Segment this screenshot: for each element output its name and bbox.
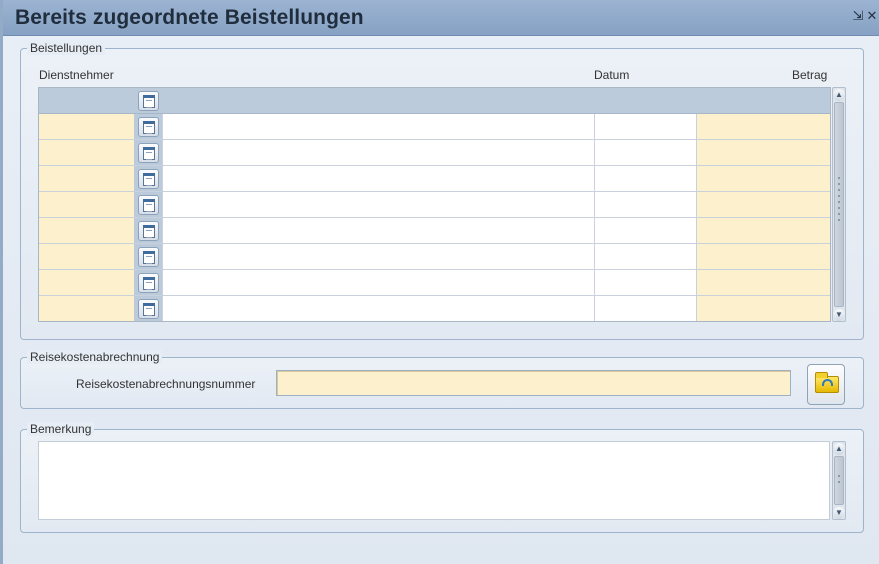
filter-cell-dienstnehmer bbox=[39, 88, 134, 113]
reisekosten-number-label: Reisekostenabrechnungsnummer bbox=[76, 377, 256, 391]
cell-text[interactable] bbox=[162, 296, 594, 321]
cell-detail-button bbox=[134, 192, 162, 217]
cell-dienstnehmer[interactable] bbox=[39, 218, 134, 243]
cell-detail-button bbox=[134, 244, 162, 269]
cell-text[interactable] bbox=[162, 140, 594, 165]
filter-cell-betrag bbox=[696, 88, 830, 113]
folder-open-icon bbox=[815, 372, 839, 393]
table-row[interactable] bbox=[39, 114, 830, 140]
cell-dienstnehmer[interactable] bbox=[39, 296, 134, 321]
document-icon[interactable] bbox=[138, 117, 159, 137]
cell-detail-button bbox=[134, 114, 162, 139]
table-row[interactable] bbox=[39, 244, 830, 270]
cell-text[interactable] bbox=[162, 270, 594, 295]
cell-dienstnehmer[interactable] bbox=[39, 244, 134, 269]
window-title: Bereits zugeordnete Beistellungen bbox=[15, 6, 364, 29]
cell-datum[interactable] bbox=[594, 114, 696, 139]
cell-betrag[interactable] bbox=[696, 270, 830, 295]
cell-text[interactable] bbox=[162, 218, 594, 243]
cell-datum[interactable] bbox=[594, 140, 696, 165]
bemerkung-scroll-down-icon[interactable]: ▼ bbox=[833, 507, 845, 519]
close-icon[interactable]: ✕ bbox=[865, 9, 879, 23]
column-header-datum[interactable]: Datum bbox=[594, 68, 629, 82]
table-row[interactable] bbox=[39, 192, 830, 218]
cell-detail-button bbox=[134, 218, 162, 243]
beistellungen-table bbox=[38, 87, 831, 322]
bemerkung-legend: Bemerkung bbox=[27, 422, 95, 436]
cell-betrag[interactable] bbox=[696, 244, 830, 269]
bemerkung-textarea[interactable] bbox=[38, 441, 830, 520]
reisekosten-number-input[interactable] bbox=[276, 370, 791, 396]
cell-detail-button bbox=[134, 166, 162, 191]
cell-detail-button bbox=[134, 140, 162, 165]
filter-cell-button bbox=[134, 88, 162, 113]
column-header-dienstnehmer[interactable]: Dienstnehmer bbox=[39, 68, 114, 82]
cell-datum[interactable] bbox=[594, 270, 696, 295]
cell-betrag[interactable] bbox=[696, 192, 830, 217]
cell-betrag[interactable] bbox=[696, 218, 830, 243]
cell-betrag[interactable] bbox=[696, 140, 830, 165]
table-row[interactable] bbox=[39, 166, 830, 192]
column-header-betrag[interactable]: Betrag bbox=[792, 68, 827, 82]
cell-dienstnehmer[interactable] bbox=[39, 166, 134, 191]
document-icon[interactable] bbox=[138, 221, 159, 241]
cell-text[interactable] bbox=[162, 192, 594, 217]
document-icon[interactable] bbox=[138, 169, 159, 189]
cell-betrag[interactable] bbox=[696, 296, 830, 321]
scroll-up-icon[interactable]: ▲ bbox=[833, 89, 845, 101]
reisekosten-legend: Reisekostenabrechnung bbox=[27, 350, 163, 364]
table-scrollbar[interactable]: ▲ ▼ bbox=[832, 87, 846, 322]
title-bar[interactable]: Bereits zugeordnete Beistellungen ⇲ ✕ bbox=[3, 0, 879, 36]
cell-datum[interactable] bbox=[594, 244, 696, 269]
table-row[interactable] bbox=[39, 140, 830, 166]
scroll-down-icon[interactable]: ▼ bbox=[833, 309, 845, 321]
cell-detail-button bbox=[134, 270, 162, 295]
cell-text[interactable] bbox=[162, 244, 594, 269]
table-row[interactable] bbox=[39, 218, 830, 244]
cell-dienstnehmer[interactable] bbox=[39, 114, 134, 139]
document-icon[interactable] bbox=[138, 91, 159, 111]
minimize-icon[interactable]: ⇲ bbox=[851, 9, 865, 23]
scroll-thumb[interactable] bbox=[834, 102, 844, 307]
bemerkung-scroll-up-icon[interactable]: ▲ bbox=[833, 443, 845, 455]
bemerkung-scroll-thumb[interactable] bbox=[834, 456, 844, 505]
cell-datum[interactable] bbox=[594, 166, 696, 191]
document-icon[interactable] bbox=[138, 299, 159, 319]
cell-dienstnehmer[interactable] bbox=[39, 270, 134, 295]
cell-datum[interactable] bbox=[594, 218, 696, 243]
cell-text[interactable] bbox=[162, 114, 594, 139]
document-icon[interactable] bbox=[138, 143, 159, 163]
table-row[interactable] bbox=[39, 296, 830, 321]
document-icon[interactable] bbox=[138, 273, 159, 293]
open-reisekosten-button[interactable] bbox=[807, 364, 845, 405]
cell-text[interactable] bbox=[162, 166, 594, 191]
beistellungen-legend: Beistellungen bbox=[27, 41, 106, 55]
table-filter-row[interactable] bbox=[39, 88, 830, 114]
document-icon[interactable] bbox=[138, 247, 159, 267]
cell-betrag[interactable] bbox=[696, 166, 830, 191]
cell-dienstnehmer[interactable] bbox=[39, 140, 134, 165]
filter-cell-text bbox=[162, 88, 594, 113]
cell-detail-button bbox=[134, 296, 162, 321]
table-row[interactable] bbox=[39, 270, 830, 296]
cell-datum[interactable] bbox=[594, 296, 696, 321]
document-icon[interactable] bbox=[138, 195, 159, 215]
cell-datum[interactable] bbox=[594, 192, 696, 217]
cell-betrag[interactable] bbox=[696, 114, 830, 139]
dialog-window: Bereits zugeordnete Beistellungen ⇲ ✕ Be… bbox=[0, 0, 879, 564]
bemerkung-scrollbar[interactable]: ▲ ▼ bbox=[832, 441, 846, 520]
cell-dienstnehmer[interactable] bbox=[39, 192, 134, 217]
filter-cell-datum bbox=[594, 88, 696, 113]
